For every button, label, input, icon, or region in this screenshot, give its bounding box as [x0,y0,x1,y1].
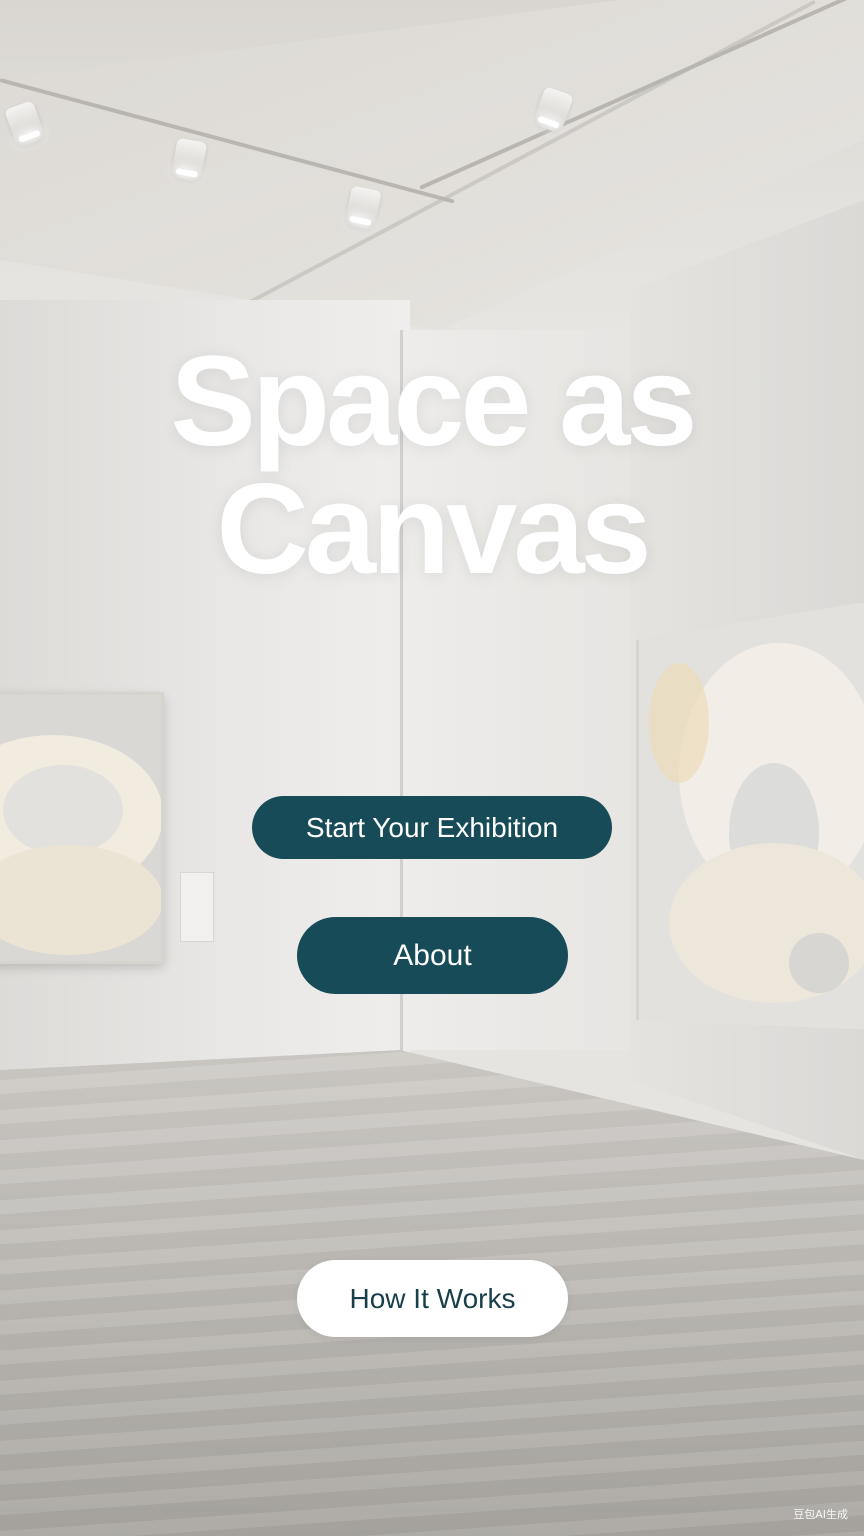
ai-watermark: 豆包AI生成 [793,1508,848,1521]
title-line-1: Space as [170,330,697,473]
start-exhibition-button[interactable]: Start Your Exhibition [252,796,612,859]
wall-placard [180,872,214,942]
about-button[interactable]: About [297,917,568,994]
how-it-works-button[interactable]: How It Works [297,1260,568,1337]
page-title: Space as Canvas [0,338,864,594]
title-line-2: Canvas [216,458,651,601]
abstract-painting-left [0,692,164,964]
abstract-painting-right [636,600,864,1030]
